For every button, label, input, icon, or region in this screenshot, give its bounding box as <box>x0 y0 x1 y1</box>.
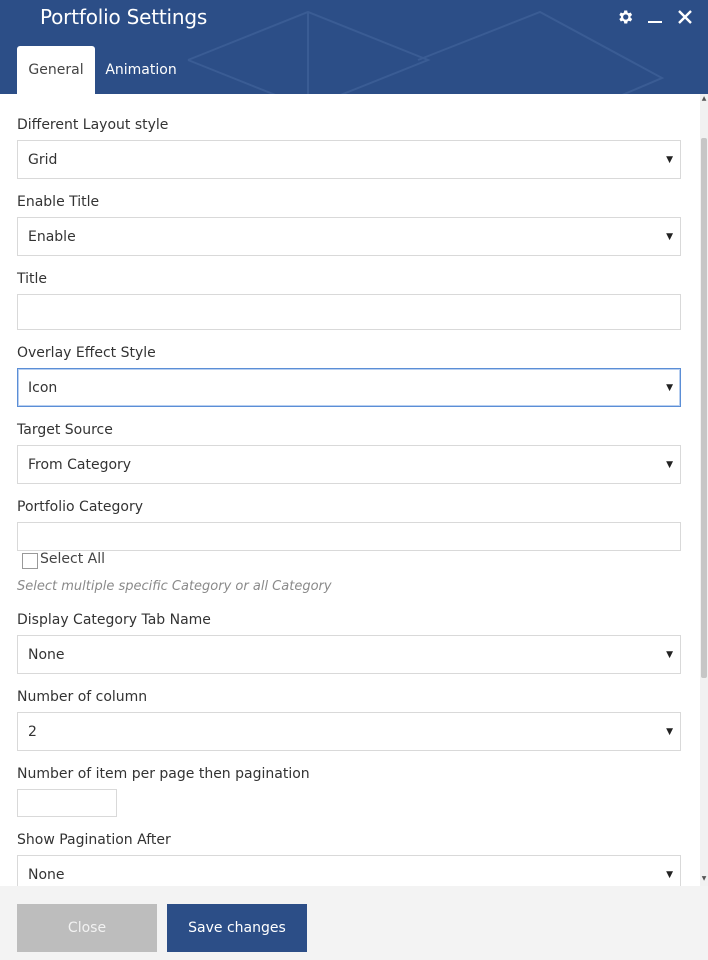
dialog-footer: Close Save changes <box>0 886 708 960</box>
gear-icon[interactable] <box>614 6 636 28</box>
chevron-down-icon: ▼ <box>666 459 673 470</box>
chevron-down-icon: ▼ <box>666 382 673 393</box>
dialog-header: Portfolio Settings General Animation <box>0 0 708 94</box>
chevron-down-icon: ▼ <box>666 154 673 165</box>
target-source-select[interactable]: From Category ▼ <box>17 445 681 484</box>
layout-style-value: Grid <box>28 151 58 168</box>
tab-bar: General Animation <box>17 46 187 94</box>
close-button[interactable]: Close <box>17 904 157 952</box>
target-source-label: Target Source <box>17 422 113 438</box>
column-count-label: Number of column <box>17 689 148 705</box>
dialog-title: Portfolio Settings <box>40 5 208 29</box>
title-input[interactable] <box>17 294 681 330</box>
overlay-effect-label: Overlay Effect Style <box>17 345 156 361</box>
pagination-after-select[interactable]: None ▼ <box>17 855 681 886</box>
items-per-page-input[interactable] <box>17 789 117 817</box>
chevron-down-icon: ▼ <box>666 231 673 242</box>
portfolio-category-hint: Select multiple specific Category or all… <box>17 579 332 594</box>
scrollbar-thumb[interactable] <box>701 138 707 678</box>
layout-style-select[interactable]: Grid ▼ <box>17 140 681 179</box>
select-all-checkbox[interactable] <box>22 553 38 569</box>
target-source-value: From Category <box>28 456 132 473</box>
content-scrollbar[interactable]: ▲ ▼ <box>700 94 708 886</box>
category-tab-name-select[interactable]: None ▼ <box>17 635 681 674</box>
chevron-down-icon: ▼ <box>666 649 673 660</box>
tab-general[interactable]: General <box>17 46 95 94</box>
portfolio-category-label: Portfolio Category <box>17 499 143 515</box>
chevron-down-icon: ▼ <box>666 869 673 880</box>
enable-title-select[interactable]: Enable ▼ <box>17 217 681 256</box>
save-changes-button[interactable]: Save changes <box>167 904 307 952</box>
close-icon[interactable] <box>674 6 696 28</box>
column-count-value: 2 <box>28 723 37 740</box>
items-per-page-label: Number of item per page then pagination <box>17 766 310 782</box>
portfolio-category-input[interactable] <box>17 522 681 551</box>
enable-title-label: Enable Title <box>17 194 100 210</box>
scroll-down-icon[interactable]: ▼ <box>700 874 708 884</box>
scroll-up-icon[interactable]: ▲ <box>700 94 708 104</box>
select-all-label: Select All <box>40 551 105 567</box>
minimize-icon[interactable] <box>644 6 666 28</box>
category-tab-name-label: Display Category Tab Name <box>17 612 211 628</box>
enable-title-value: Enable <box>28 228 76 245</box>
layout-style-label: Different Layout style <box>17 117 169 133</box>
pagination-after-value: None <box>28 866 65 883</box>
pagination-after-label: Show Pagination After <box>17 832 171 848</box>
category-tab-name-value: None <box>28 646 65 663</box>
title-label: Title <box>17 271 48 287</box>
tab-animation[interactable]: Animation <box>95 46 187 94</box>
overlay-effect-value: Icon <box>28 379 58 396</box>
chevron-down-icon: ▼ <box>666 726 673 737</box>
column-count-select[interactable]: 2 ▼ <box>17 712 681 751</box>
overlay-effect-select[interactable]: Icon ▼ <box>17 368 681 407</box>
settings-form: Different Layout style Grid ▼ Enable Tit… <box>0 94 700 886</box>
